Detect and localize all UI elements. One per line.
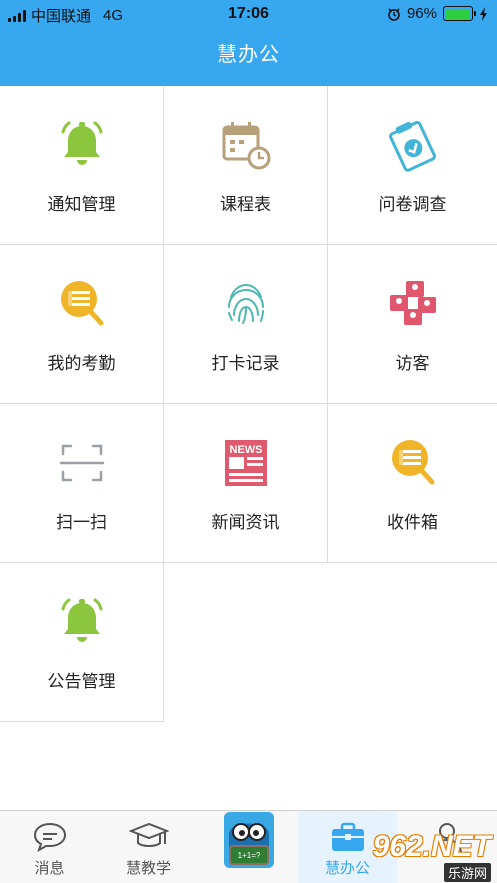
- grid-item-label: 新闻资讯: [211, 513, 280, 532]
- watermark: 962.NET 乐游网: [351, 830, 491, 882]
- grid-item-label: 收件箱: [387, 513, 438, 532]
- grid-item-label: 我的考勤: [47, 354, 116, 373]
- grid-item-label: 课程表: [220, 195, 271, 214]
- grid-item-label: 打卡记录: [211, 354, 280, 373]
- grid-item-label: 访客: [395, 354, 430, 373]
- grid-item-clockin[interactable]: 打卡记录: [164, 245, 328, 404]
- grid-item-label: 问卷调查: [378, 195, 447, 214]
- watermark-bottom: 乐游网: [443, 863, 491, 882]
- status-bar: 中国联通 4G 17:06 96%: [0, 0, 497, 28]
- graduation-cap-icon: [128, 822, 169, 847]
- grid-item-news[interactable]: NEWS 新闻资讯: [164, 404, 328, 563]
- bell-icon: [61, 598, 102, 642]
- grid-item-announcement[interactable]: 公告管理: [0, 563, 164, 722]
- calendar-clock-icon: [222, 122, 270, 170]
- watermark-top: 962.NET: [372, 830, 491, 863]
- grid-item-visitor[interactable]: 访客: [328, 245, 497, 404]
- grid-item-label: 公告管理: [47, 672, 116, 691]
- page-title: 慧办公: [0, 28, 497, 86]
- grid-item-survey[interactable]: 问卷调查: [328, 86, 497, 245]
- grid-item-label: 通知管理: [47, 195, 116, 214]
- newspaper-icon: NEWS: [224, 440, 267, 486]
- mascot-icon: 1+1=?: [224, 812, 274, 868]
- charging-icon: [480, 6, 487, 21]
- alarm-icon: [388, 7, 400, 21]
- tab-teaching[interactable]: 慧教学: [99, 811, 198, 883]
- battery-percent: 96%: [406, 5, 437, 22]
- scan-icon: [59, 444, 104, 482]
- mascot-button[interactable]: 1+1=?: [224, 812, 274, 868]
- bell-icon: [61, 121, 102, 165]
- magnifier-list-icon: [60, 281, 103, 326]
- grid-item-label: 扫一扫: [56, 513, 107, 532]
- grid-item-attendance[interactable]: 我的考勤: [0, 245, 164, 404]
- fingerprint-icon: [227, 283, 264, 324]
- mascot-text: 1+1=?: [238, 851, 261, 860]
- tab-label: 消息: [34, 860, 65, 877]
- grid-item-scan[interactable]: 扫一扫: [0, 404, 164, 563]
- chat-bubble-icon: [33, 822, 66, 853]
- news-word: NEWS: [229, 444, 262, 456]
- magnifier-list-icon: [391, 440, 434, 485]
- tab-label: 慧教学: [125, 860, 171, 877]
- grid-item-notice[interactable]: 通知管理: [0, 86, 164, 245]
- battery-icon: [443, 6, 476, 21]
- visitor-cards-icon: [389, 281, 436, 325]
- grid-item-inbox[interactable]: 收件箱: [328, 404, 497, 563]
- tab-messages[interactable]: 消息: [0, 811, 99, 883]
- grid-item-timetable[interactable]: 课程表: [164, 86, 328, 245]
- clipboard-check-icon: [388, 120, 436, 172]
